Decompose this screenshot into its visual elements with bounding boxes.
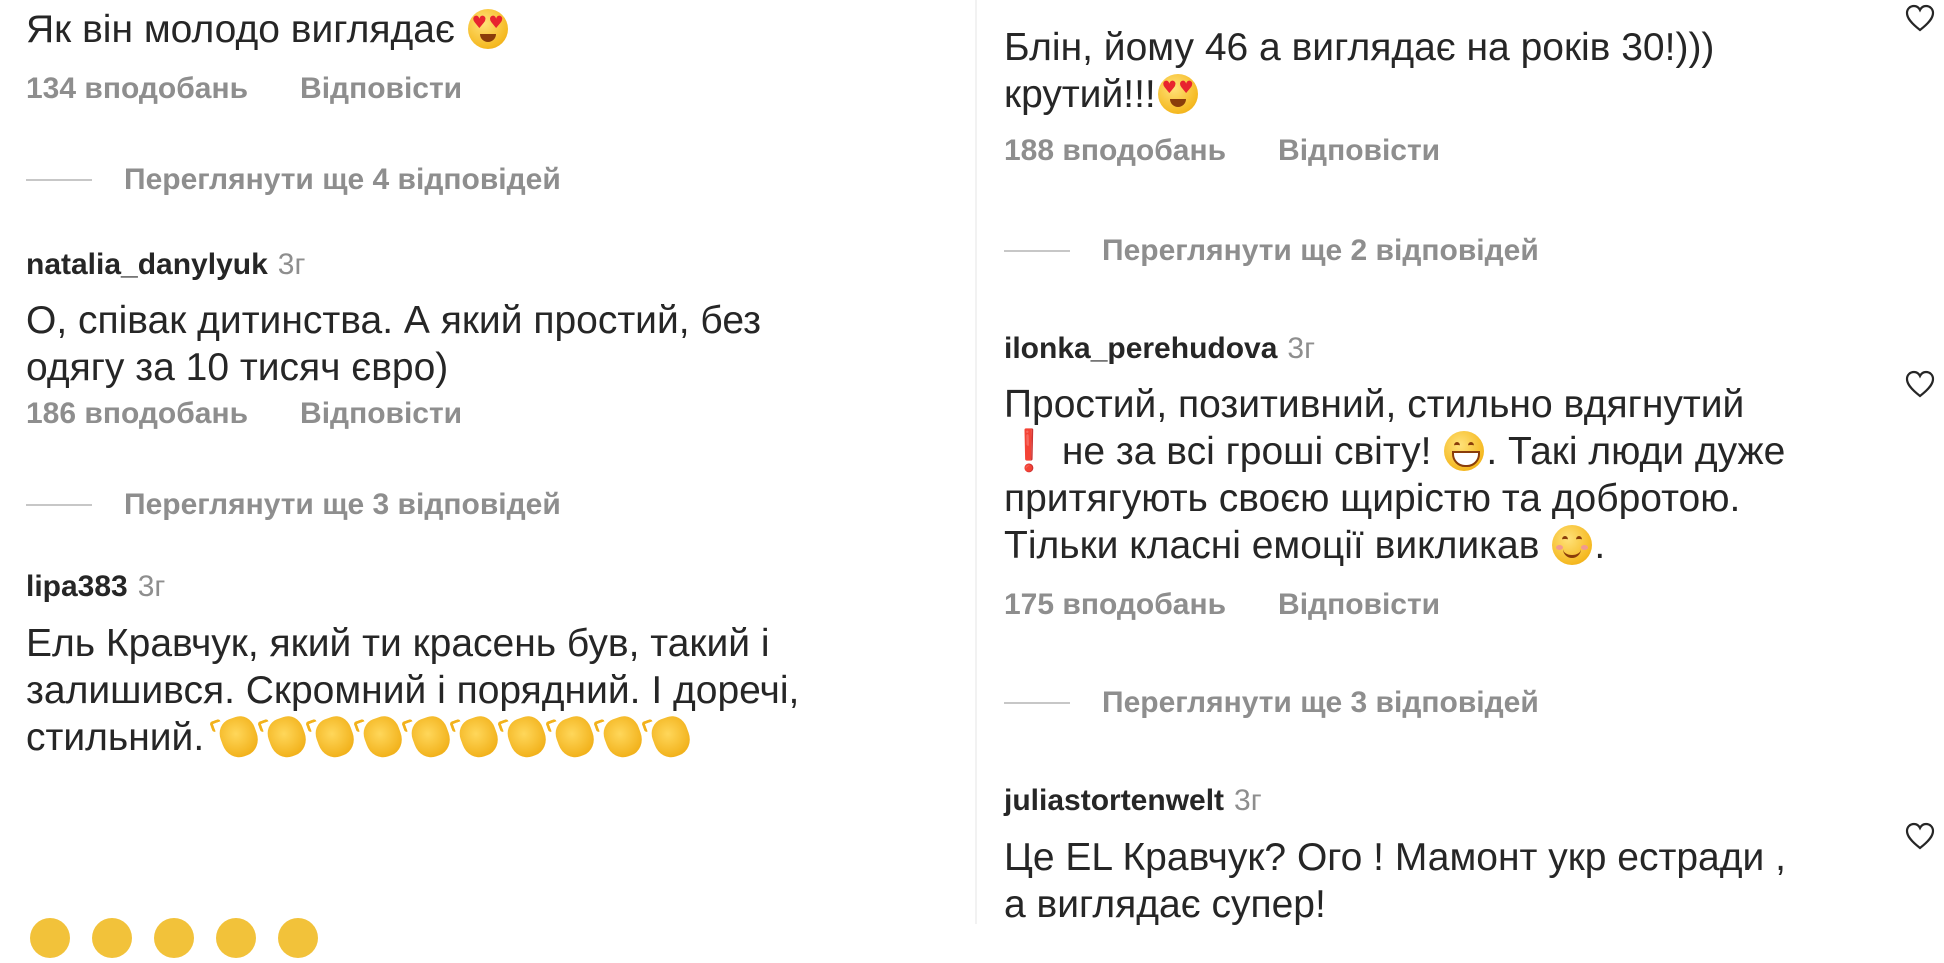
clapping-hands-emoji-icon xyxy=(647,712,695,762)
reply-button[interactable]: Відповісти xyxy=(300,72,462,105)
comment-text: Блін, йому 46 а виглядає на років 30!)))… xyxy=(1004,24,1864,118)
divider-line xyxy=(1004,702,1070,704)
comment-meta: 134 вподобань Відповісти xyxy=(26,72,462,106)
divider-line xyxy=(1004,250,1070,252)
username-link[interactable]: juliastortenwelt xyxy=(1004,784,1224,817)
comment-header: ilonka_perehudova 3г xyxy=(1004,332,1315,366)
username-link[interactable]: ilonka_perehudova xyxy=(1004,332,1277,365)
clapping-hands-emoji-icon xyxy=(359,712,407,762)
heart-eyes-emoji-icon xyxy=(1157,74,1198,114)
timestamp: 3г xyxy=(137,570,166,603)
clapping-hands-emoji-icon xyxy=(503,712,551,762)
emoji-icon xyxy=(92,918,132,958)
like-heart-icon[interactable] xyxy=(1905,370,1935,398)
reply-button[interactable]: Відповісти xyxy=(1278,134,1440,167)
timestamp: 3г xyxy=(1234,784,1262,817)
clapping-hands-emoji-icon xyxy=(263,712,311,762)
username-link[interactable]: lipa383 xyxy=(26,570,128,603)
comment-meta: 186 вподобань Відповісти xyxy=(26,397,462,431)
timestamp: 3г xyxy=(1287,332,1316,365)
comment-header: juliastortenwelt 3г xyxy=(1004,784,1262,818)
likes-count[interactable]: 175 вподобань xyxy=(1004,588,1226,621)
column-divider xyxy=(975,0,977,924)
comment-text: Ель Кравчук, який ти красень був, такий … xyxy=(26,620,946,762)
emoji-icon xyxy=(154,918,194,958)
red-exclamation-emoji-icon: ❗ xyxy=(1004,429,1054,473)
comment-meta: 188 вподобань Відповісти xyxy=(1004,134,1440,168)
reply-button[interactable]: Відповісти xyxy=(300,397,462,430)
clapping-hands-emoji-icon xyxy=(551,712,599,762)
clapping-hands-emoji-icon xyxy=(407,712,455,762)
smiling-face-emoji-icon xyxy=(1552,525,1593,565)
like-heart-icon[interactable] xyxy=(1905,822,1935,850)
likes-count[interactable]: 188 вподобань xyxy=(1004,134,1226,167)
like-heart-icon[interactable] xyxy=(1905,4,1935,32)
username-link[interactable]: natalia_danylyuk xyxy=(26,248,268,281)
timestamp: 3г xyxy=(277,248,306,281)
view-more-replies-button[interactable]: Переглянути ще 2 відповідей xyxy=(1004,234,1539,268)
reply-button[interactable]: Відповісти xyxy=(1278,588,1440,621)
comments-right-column: Блін, йому 46 а виглядає на років 30!)))… xyxy=(975,0,1944,926)
clapping-hands-emoji-icon xyxy=(455,712,503,762)
view-more-replies-button[interactable]: Переглянути ще 3 відповідей xyxy=(26,488,561,522)
clapping-hands-emoji-icon xyxy=(311,712,359,762)
comment-text: Це EL Кравчук? Ого ! Мамонт укр естради … xyxy=(1004,836,1786,926)
heart-eyes-emoji-icon xyxy=(467,9,508,49)
view-more-replies-button[interactable]: Переглянути ще 4 відповідей xyxy=(26,163,561,197)
view-more-replies-button[interactable]: Переглянути ще 3 відповідей xyxy=(1004,686,1539,720)
comment-header: lipa383 3г xyxy=(26,570,165,604)
grinning-face-emoji-icon xyxy=(1444,431,1485,471)
comment-header: natalia_danylyuk 3г xyxy=(26,248,305,282)
clapping-hands-emoji-icon xyxy=(599,712,647,762)
clapping-hands-emoji-icon xyxy=(215,712,263,762)
comment-text: Як він молодо виглядає xyxy=(26,6,946,53)
emoji-icon xyxy=(278,918,318,958)
emoji-icon xyxy=(30,918,70,958)
divider-line xyxy=(26,179,92,181)
likes-count[interactable]: 186 вподобань xyxy=(26,397,248,430)
comments-left-column: Як він молодо виглядає 134 вподобань Відп… xyxy=(0,0,960,958)
divider-line xyxy=(26,504,92,506)
emoji-icon xyxy=(216,918,256,958)
comment-text: Простий, позитивний, стильно вдягнутий ❗… xyxy=(1004,383,1786,567)
likes-count[interactable]: 134 вподобань xyxy=(26,72,248,105)
clapping-hands-emoji-row xyxy=(215,712,695,762)
comment-meta: 175 вподобань Відповісти xyxy=(1004,588,1440,622)
comment-text: О, співак дитинства. А який простий, без… xyxy=(26,299,762,389)
emoji-row-partial xyxy=(30,918,430,958)
